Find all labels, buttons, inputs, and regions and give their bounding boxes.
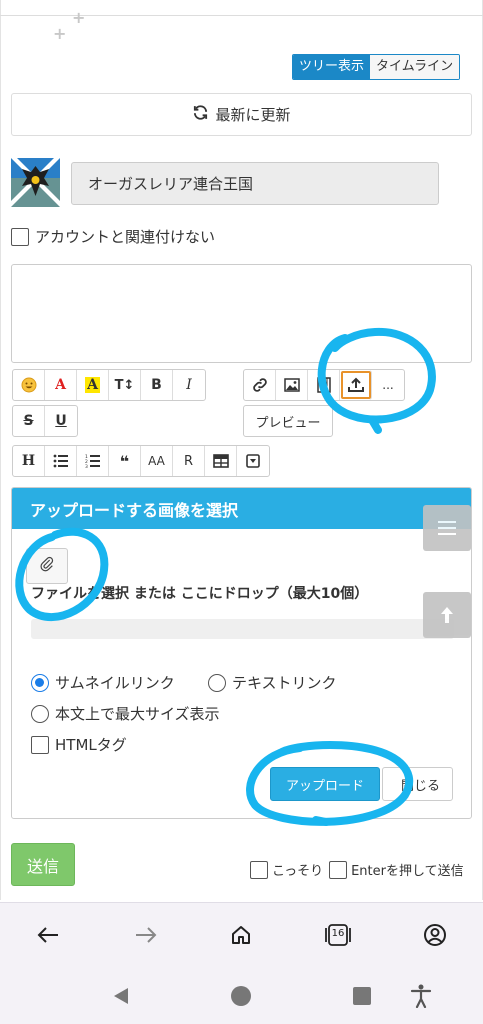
name-value: オーガスレリア連合王国	[88, 175, 254, 193]
numbered-list-icon[interactable]: 123	[77, 446, 109, 476]
max-size-radio[interactable]	[31, 704, 49, 723]
text-link-radio[interactable]	[208, 673, 226, 692]
format-toolbar-left: A A T↕ B I	[12, 369, 206, 401]
left-rail	[0, 0, 1, 900]
upload-progress-bar	[31, 619, 454, 639]
preview-button[interactable]: プレビュー	[244, 406, 332, 436]
format-toolbar-right: ...	[243, 369, 405, 401]
account-icon[interactable]	[420, 920, 450, 950]
message-textarea[interactable]	[11, 264, 472, 363]
enter-send-checkbox[interactable]	[329, 860, 348, 879]
text-color-icon[interactable]: A	[45, 370, 77, 400]
system-back-icon[interactable]	[108, 983, 134, 1009]
highlight-color-icon[interactable]: A	[77, 370, 109, 400]
format-toolbar-strike: S U	[12, 405, 78, 437]
refresh-icon	[192, 104, 209, 125]
view-toggle: ツリー表示 タイムライン	[292, 54, 461, 80]
preview-toolbar: プレビュー	[243, 405, 333, 437]
html-tag-option[interactable]: HTMLタグ	[31, 734, 127, 755]
underline-icon[interactable]: U	[45, 406, 77, 436]
avatar	[11, 158, 60, 207]
annotation-tail-2	[312, 816, 330, 826]
italic-icon[interactable]: I	[173, 370, 205, 400]
secret-checkbox[interactable]	[250, 860, 268, 879]
attach-file-button[interactable]	[26, 548, 68, 584]
thumbnail-link-radio[interactable]	[31, 673, 49, 692]
secret-label: こっそり	[272, 864, 324, 879]
format-toolbar-blocks: H 123 ❝ AA R	[12, 445, 270, 477]
close-panel-button[interactable]: 閉じる	[382, 767, 453, 801]
plus-decoration-icon: +	[53, 24, 67, 43]
list-icon[interactable]	[45, 446, 77, 476]
ruby-icon[interactable]: R	[173, 446, 205, 476]
max-size-option[interactable]: 本文上で最大サイズ表示	[31, 703, 220, 724]
thumbnail-link-option[interactable]: サムネイルリンク	[31, 672, 175, 693]
menu-float-button[interactable]	[423, 505, 471, 551]
plus-decoration-icon: +	[72, 8, 86, 27]
back-arrow-icon[interactable]	[33, 920, 63, 950]
forward-arrow-icon[interactable]	[131, 920, 161, 950]
html-tag-checkbox[interactable]	[31, 735, 49, 754]
annotation-tail	[368, 416, 382, 434]
send-options: こっそり Enterを押して送信	[250, 860, 464, 879]
tree-view-tab[interactable]: ツリー表示	[293, 55, 371, 79]
arrow-up-icon	[441, 607, 453, 623]
tab-count: 16	[331, 928, 345, 939]
send-button[interactable]: 送信	[11, 843, 75, 886]
home-icon[interactable]	[226, 920, 256, 950]
no-account-option[interactable]: アカウントと関連付けない	[11, 226, 215, 247]
text-link-option[interactable]: テキストリンク	[208, 672, 337, 693]
timeline-view-tab[interactable]: タイムライン	[370, 55, 460, 79]
refresh-button[interactable]: 最新に更新	[11, 93, 472, 136]
system-home-icon[interactable]	[228, 983, 254, 1009]
more-icon[interactable]: ...	[372, 370, 404, 400]
emoji-icon[interactable]	[13, 370, 45, 400]
strikethrough-icon[interactable]: S	[13, 406, 45, 436]
enter-send-label: Enterを押して送信	[351, 864, 464, 879]
image-icon[interactable]	[276, 370, 308, 400]
font-size-aa-icon[interactable]: AA	[141, 446, 173, 476]
dropdown-icon[interactable]	[237, 446, 269, 476]
page: + + ツリー表示 タイムライン 最新に更新 オーガスレリア連合王国 アカウント…	[0, 0, 483, 1024]
table-icon[interactable]	[205, 446, 237, 476]
upload-panel-title: アップロードする画像を選択	[12, 488, 471, 529]
hamburger-icon	[438, 521, 456, 535]
system-recents-icon[interactable]	[349, 983, 375, 1009]
bold-icon[interactable]: B	[141, 370, 173, 400]
upload-button[interactable]: アップロード	[270, 767, 380, 801]
upload-icon[interactable]	[340, 370, 372, 400]
no-account-label: アカウントと関連付けない	[35, 228, 216, 246]
link-icon[interactable]	[244, 370, 276, 400]
refresh-label: 最新に更新	[215, 106, 291, 124]
quote-icon[interactable]: ❝	[109, 446, 141, 476]
tabs-icon[interactable]: 16	[323, 920, 353, 950]
drop-instruction[interactable]: ファイルを選択 または ここにドロップ（最大10個）	[31, 583, 368, 603]
paperclip-icon	[39, 556, 55, 576]
accessibility-icon[interactable]	[408, 983, 434, 1009]
heading-icon[interactable]: H	[13, 446, 45, 476]
no-account-checkbox[interactable]	[11, 227, 29, 246]
scroll-top-button[interactable]	[423, 592, 471, 638]
film-icon[interactable]	[308, 370, 340, 400]
svg-text:3: 3	[85, 464, 88, 468]
font-size-icon[interactable]: T↕	[109, 370, 141, 400]
name-field[interactable]: オーガスレリア連合王国	[71, 162, 439, 205]
